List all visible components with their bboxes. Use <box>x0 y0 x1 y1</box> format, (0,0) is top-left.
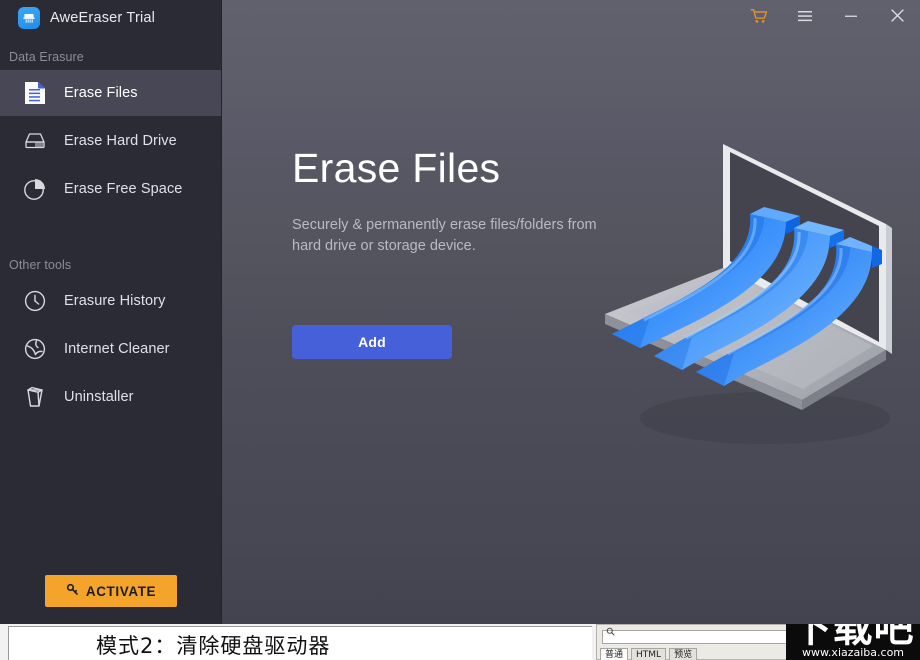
sidebar-item-erase-hard-drive[interactable]: Erase Hard Drive <box>0 118 221 164</box>
section-label-other-tools: Other tools <box>9 258 72 272</box>
trash-can-icon <box>22 384 48 410</box>
sidebar: AweEraser Trial Data Erasure Erase Files <box>0 0 222 624</box>
section-label-data-erasure: Data Erasure <box>9 50 84 64</box>
window-controls <box>736 0 920 36</box>
background-search-icon <box>606 627 615 639</box>
cart-icon <box>750 8 768 29</box>
key-icon <box>66 583 79 599</box>
site-watermark: 下载吧 www.xiazaiba.com <box>786 622 920 660</box>
close-icon <box>890 8 905 28</box>
brand: AweEraser Trial <box>0 0 221 36</box>
sidebar-item-label: Erase Free Space <box>64 181 183 197</box>
background-document-caption: 模式2：清除硬盘驱动器 <box>96 634 331 658</box>
clock-icon <box>22 288 48 314</box>
document-icon <box>22 80 48 106</box>
sidebar-item-label: Erase Files <box>64 85 138 101</box>
minimize-icon <box>844 9 858 28</box>
cart-button[interactable] <box>736 0 782 36</box>
close-button[interactable] <box>874 0 920 36</box>
background-tab-2[interactable]: 预览 <box>669 648 698 660</box>
hard-drive-icon <box>22 128 48 154</box>
sidebar-item-erasure-history[interactable]: Erasure History <box>0 278 221 324</box>
background-tab-strip: 普通 HTML 预览 <box>600 648 698 660</box>
activate-button-label: ACTIVATE <box>85 583 157 599</box>
page-title: Erase Files <box>292 145 501 191</box>
sidebar-item-internet-cleaner[interactable]: Internet Cleaner <box>0 326 221 372</box>
screen: 模式2：清除硬盘驱动器 普通 HTML 预览 下载吧 www.xiazaiba.… <box>0 0 920 660</box>
eraser-app-icon <box>18 7 40 29</box>
activate-area: ACTIVATE <box>0 568 222 624</box>
sidebar-item-label: Internet Cleaner <box>64 341 170 357</box>
background-tab-0[interactable]: 普通 <box>600 648 629 660</box>
minimize-button[interactable] <box>828 0 874 36</box>
aweeraser-window: AweEraser Trial Data Erasure Erase Files <box>0 0 920 624</box>
main-content: Erase Files Securely & permanently erase… <box>222 0 920 624</box>
sidebar-item-erase-files[interactable]: Erase Files <box>0 70 221 116</box>
sidebar-item-erase-free-space[interactable]: Erase Free Space <box>0 166 221 212</box>
activate-button[interactable]: ACTIVATE <box>45 575 177 607</box>
app-title: AweEraser Trial <box>50 10 156 26</box>
menu-icon <box>797 9 813 28</box>
watermark-url: www.xiazaiba.com <box>801 646 905 659</box>
background-tab-1[interactable]: HTML <box>631 648 667 660</box>
add-button[interactable]: Add <box>292 325 452 359</box>
watermark-logo-text: 下载吧 <box>791 622 915 651</box>
sidebar-item-label: Erase Hard Drive <box>64 133 177 149</box>
sidebar-item-uninstaller[interactable]: Uninstaller <box>0 374 221 420</box>
sidebar-item-label: Uninstaller <box>64 389 134 405</box>
pie-chart-icon <box>22 176 48 202</box>
menu-button[interactable] <box>782 0 828 36</box>
page-subtitle: Securely & permanently erase files/folde… <box>292 217 597 254</box>
sidebar-item-label: Erasure History <box>64 293 166 309</box>
isometric-laptop-with-data-ribbons <box>590 118 920 458</box>
globe-icon <box>22 336 48 362</box>
